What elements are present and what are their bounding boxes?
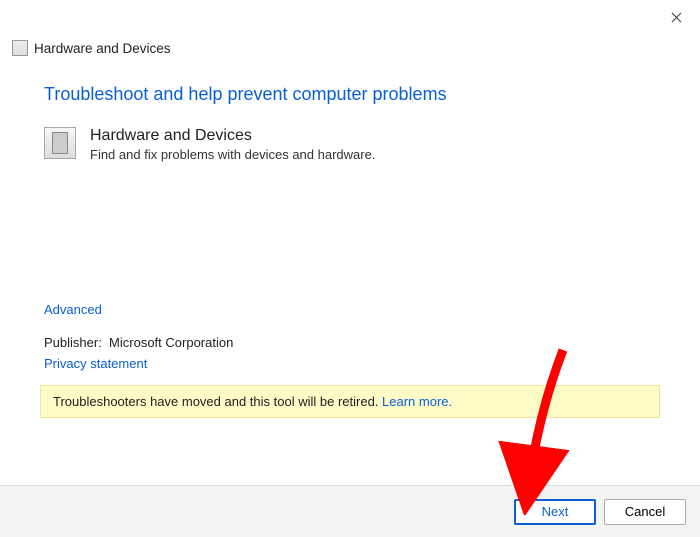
- troubleshooter-item: Hardware and Devices Find and fix proble…: [44, 127, 656, 162]
- next-button[interactable]: Next: [514, 499, 596, 525]
- troubleshooter-name: Hardware and Devices: [90, 127, 375, 145]
- troubleshooter-desc: Find and fix problems with devices and h…: [90, 147, 375, 162]
- cancel-button[interactable]: Cancel: [604, 499, 686, 525]
- learn-more-link[interactable]: Learn more.: [382, 394, 452, 409]
- close-icon: [671, 11, 682, 26]
- hardware-icon: [44, 127, 76, 159]
- footer: Next Cancel: [0, 485, 700, 537]
- window-title: Hardware and Devices: [34, 41, 171, 56]
- publisher-line: Publisher: Microsoft Corporation: [44, 335, 656, 350]
- system-icon: [12, 40, 28, 56]
- close-button[interactable]: [666, 8, 686, 28]
- retirement-notice: Troubleshooters have moved and this tool…: [40, 385, 660, 418]
- advanced-link[interactable]: Advanced: [44, 302, 102, 317]
- troubleshooter-text: Hardware and Devices Find and fix proble…: [90, 127, 375, 162]
- publisher-name: Microsoft Corporation: [109, 335, 233, 350]
- window-header: Hardware and Devices: [0, 0, 700, 56]
- publisher-label: Publisher:: [44, 335, 102, 350]
- main-content: Troubleshoot and help prevent computer p…: [0, 56, 700, 418]
- notice-text: Troubleshooters have moved and this tool…: [53, 394, 382, 409]
- page-heading: Troubleshoot and help prevent computer p…: [44, 84, 656, 105]
- privacy-link[interactable]: Privacy statement: [44, 356, 147, 371]
